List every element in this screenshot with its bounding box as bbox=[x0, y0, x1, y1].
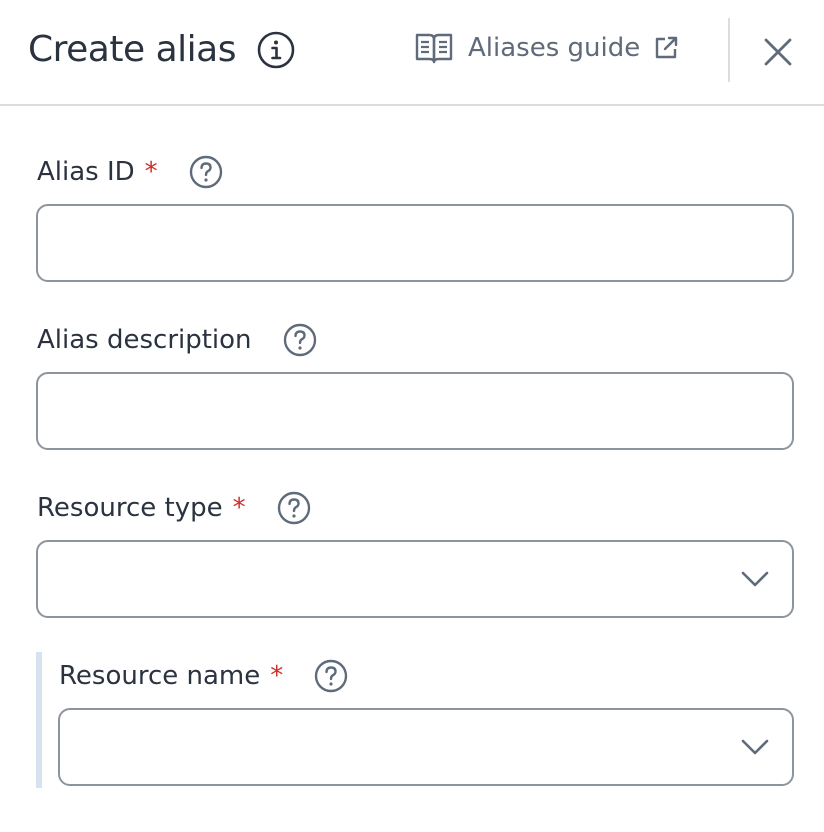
required-indicator: * bbox=[144, 157, 158, 187]
aliases-guide-link[interactable]: Aliases guide bbox=[414, 28, 680, 68]
required-indicator: * bbox=[232, 493, 246, 523]
page-title: Create alias bbox=[28, 29, 236, 70]
help-circle-icon[interactable] bbox=[188, 154, 224, 190]
resource-type-select[interactable] bbox=[36, 540, 794, 618]
required-indicator: * bbox=[270, 661, 284, 691]
panel-header: Create alias Aliases guide bbox=[0, 0, 824, 106]
book-open-icon bbox=[415, 33, 453, 64]
aliases-guide-label: Aliases guide bbox=[468, 33, 641, 63]
external-link-icon bbox=[656, 36, 678, 59]
alias-description-input[interactable] bbox=[36, 372, 794, 450]
alias-description-label-text: Alias description bbox=[37, 325, 252, 355]
help-circle-icon[interactable] bbox=[276, 490, 312, 526]
info-icon[interactable] bbox=[256, 30, 296, 70]
resource-name-select[interactable] bbox=[58, 708, 794, 786]
alias-id-label-text: Alias ID bbox=[37, 157, 135, 187]
resource-type-label: Resource type * bbox=[37, 488, 312, 528]
alias-id-input[interactable] bbox=[36, 204, 794, 282]
header-divider bbox=[728, 18, 730, 82]
resource-name-label: Resource name * bbox=[59, 656, 349, 696]
close-icon[interactable] bbox=[756, 30, 800, 74]
alias-id-label: Alias ID * bbox=[37, 152, 224, 192]
nested-field-indicator bbox=[36, 652, 42, 788]
resource-name-label-text: Resource name bbox=[59, 661, 261, 691]
alias-description-label: Alias description bbox=[37, 320, 318, 360]
help-circle-icon[interactable] bbox=[313, 658, 349, 694]
help-circle-icon[interactable] bbox=[282, 322, 318, 358]
chevron-down-icon bbox=[741, 739, 769, 755]
resource-type-label-text: Resource type bbox=[37, 493, 223, 523]
chevron-down-icon bbox=[741, 571, 769, 587]
